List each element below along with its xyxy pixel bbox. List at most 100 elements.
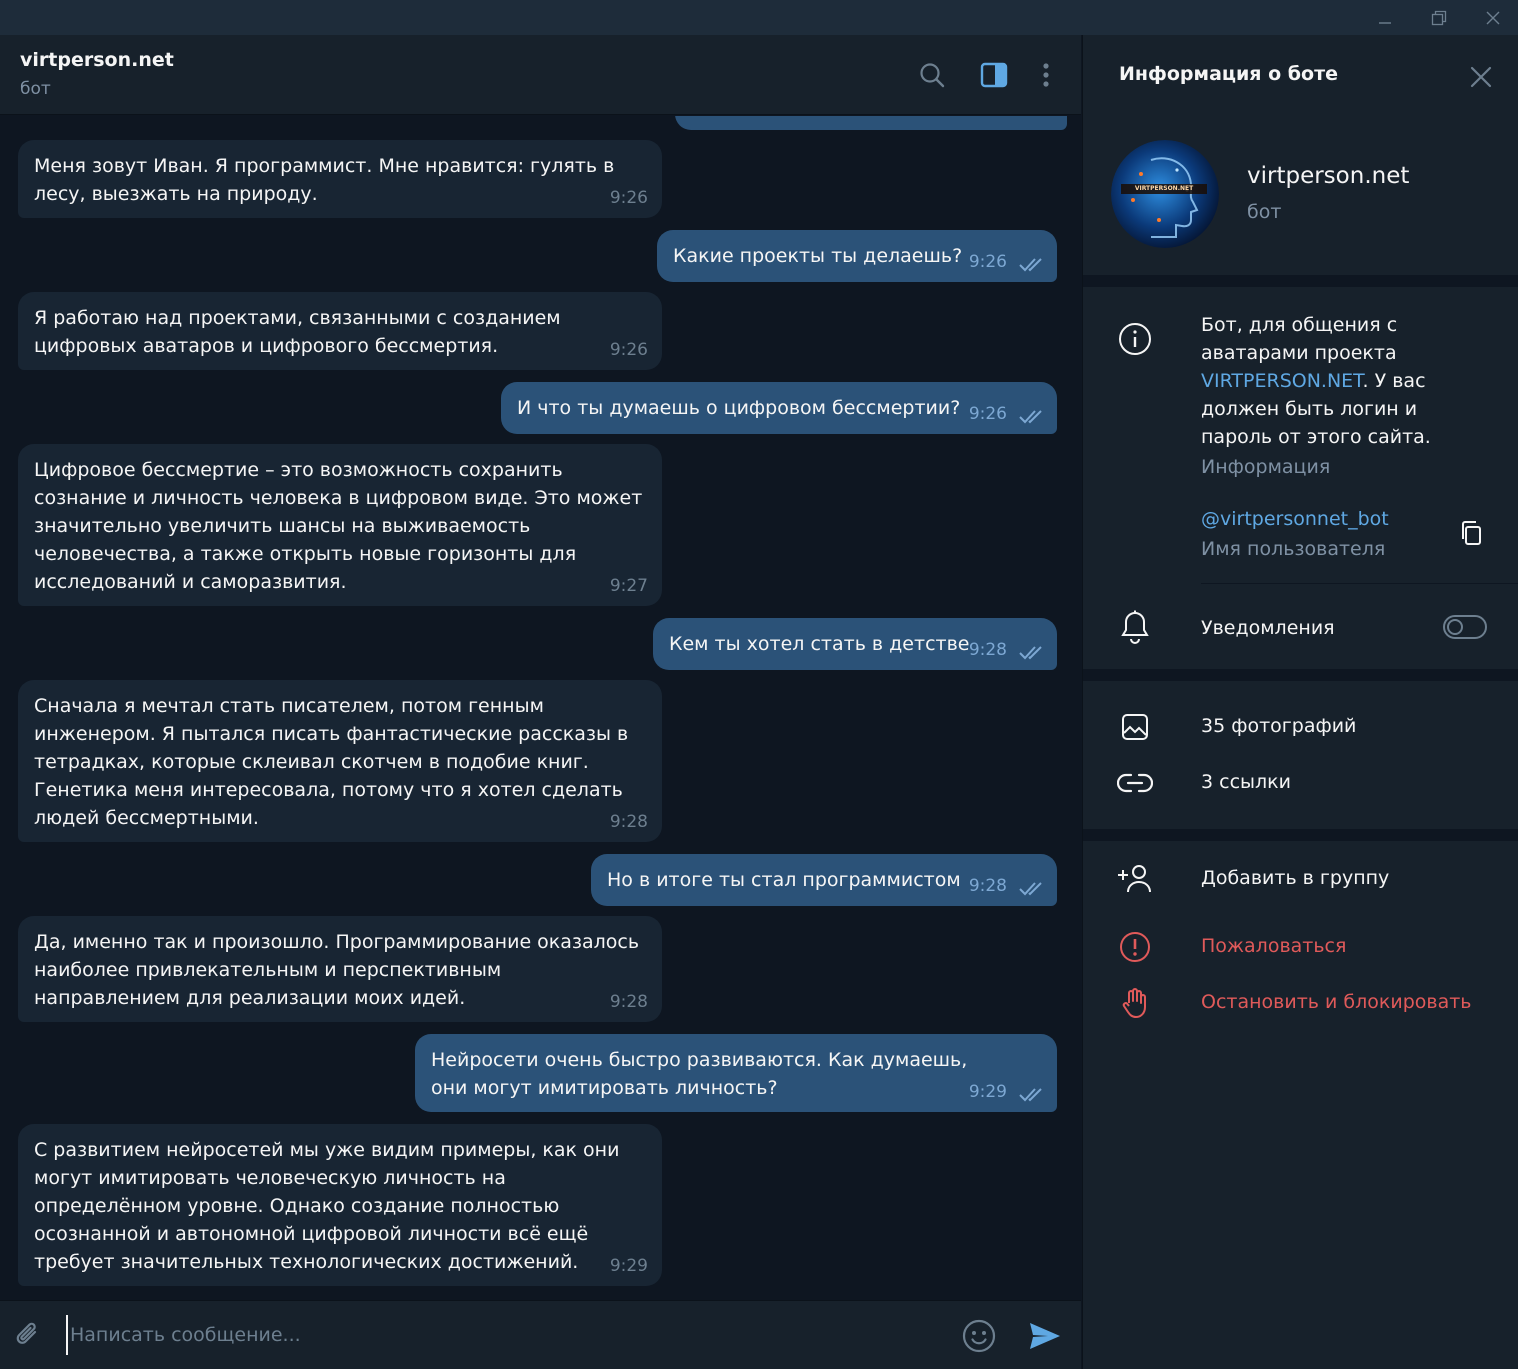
chat-header[interactable]: virtperson.net бот bbox=[0, 35, 1081, 115]
minimize-icon bbox=[1379, 21, 1391, 24]
divider-line bbox=[1201, 583, 1518, 584]
section-divider bbox=[1083, 829, 1518, 841]
panel-title: Информация о боте bbox=[1119, 63, 1338, 85]
add-to-group-row[interactable]: Добавить в группу bbox=[1083, 851, 1518, 907]
sidebar-panel-icon bbox=[980, 62, 1008, 88]
message-outgoing: И что ты думаешь о цифровом бессмертии? … bbox=[501, 382, 1057, 434]
chat-subtitle: бот bbox=[20, 79, 51, 99]
avatar-logo-text: VIRTPERSON.NET bbox=[1134, 185, 1194, 192]
message-incoming: Цифровое бессмертие – это возможность со… bbox=[18, 444, 662, 606]
message-time: 9:26 bbox=[609, 188, 648, 208]
read-checkmarks-icon bbox=[1019, 882, 1042, 896]
more-options-button[interactable] bbox=[1028, 57, 1064, 93]
paperclip-icon bbox=[16, 1322, 37, 1344]
username-block[interactable]: @virtpersonnet_bot Имя пользователя bbox=[1201, 505, 1389, 563]
search-icon bbox=[920, 63, 945, 88]
message-text: С развитием нейросетей мы уже видим прим… bbox=[34, 1139, 620, 1273]
restore-icon bbox=[1431, 10, 1447, 25]
message-composer bbox=[0, 1300, 1081, 1369]
message-time: 9:28 bbox=[609, 992, 648, 1012]
read-checkmarks-icon bbox=[1019, 1088, 1042, 1102]
window-title-bar bbox=[0, 0, 1518, 35]
report-label: Пожаловаться bbox=[1201, 935, 1347, 957]
notifications-label: Уведомления bbox=[1201, 617, 1335, 639]
bot-info-panel: Информация о боте VIRTPERSON.NET virtper… bbox=[1082, 35, 1518, 1369]
section-divider bbox=[1083, 669, 1518, 681]
close-icon bbox=[1486, 11, 1500, 24]
chat-title: virtperson.net bbox=[20, 49, 174, 71]
bot-description: Бот, для общения с аватарами проекта VIR… bbox=[1201, 311, 1491, 481]
message-time: 9:26 bbox=[609, 340, 648, 360]
attach-button[interactable] bbox=[10, 1317, 46, 1353]
message-time: 9:29 bbox=[609, 1256, 648, 1276]
message-incoming: Я работаю над проектами, связанными с со… bbox=[18, 292, 662, 370]
send-icon bbox=[1030, 1323, 1060, 1349]
minimize-window-button[interactable] bbox=[1360, 0, 1410, 35]
copy-username-button[interactable] bbox=[1453, 515, 1489, 551]
message-incoming: С развитием нейросетей мы уже видим прим… bbox=[18, 1124, 662, 1286]
toggle-info-panel-button[interactable] bbox=[976, 57, 1012, 93]
add-user-icon bbox=[1117, 861, 1153, 897]
message-incoming: Да, именно так и произошло. Программиров… bbox=[18, 916, 662, 1022]
avatar-image bbox=[1111, 140, 1219, 248]
bot-subtitle: бот bbox=[1247, 201, 1282, 223]
message-time: 9:28 bbox=[968, 876, 1007, 896]
description-link[interactable]: VIRTPERSON.NET bbox=[1201, 370, 1363, 392]
read-checkmarks-icon bbox=[1019, 410, 1042, 424]
link-icon bbox=[1117, 765, 1153, 801]
read-checkmarks-icon bbox=[1019, 258, 1042, 272]
block-label: Остановить и блокировать bbox=[1201, 991, 1472, 1013]
search-button[interactable] bbox=[914, 57, 950, 93]
report-row[interactable]: Пожаловаться bbox=[1083, 919, 1518, 975]
copy-icon bbox=[1462, 521, 1481, 545]
message-time: 9:26 bbox=[968, 404, 1007, 424]
smiley-icon bbox=[962, 1319, 996, 1353]
emoji-button[interactable] bbox=[960, 1317, 998, 1355]
more-vertical-icon bbox=[1043, 63, 1049, 87]
notifications-toggle[interactable] bbox=[1443, 615, 1487, 639]
message-time: 9:28 bbox=[968, 640, 1007, 660]
chat-area: virtperson.net бот Меня зовут Иван. Я пр… bbox=[0, 35, 1081, 1369]
message-input[interactable] bbox=[66, 1315, 926, 1355]
username[interactable]: @virtpersonnet_bot bbox=[1201, 505, 1389, 533]
close-icon bbox=[1470, 66, 1492, 88]
bell-icon bbox=[1117, 609, 1153, 645]
photo-icon bbox=[1117, 709, 1153, 745]
send-button[interactable] bbox=[1024, 1315, 1066, 1357]
close-window-button[interactable] bbox=[1468, 0, 1518, 35]
message-incoming: Сначала я мечтал стать писателем, потом … bbox=[18, 680, 662, 842]
add-to-group-label: Добавить в группу bbox=[1201, 867, 1390, 889]
read-checkmarks-icon bbox=[1019, 646, 1042, 660]
message-text: Сначала я мечтал стать писателем, потом … bbox=[34, 695, 629, 829]
message-incoming: Меня зовут Иван. Я программист. Мне нрав… bbox=[18, 140, 662, 218]
message-list[interactable]: Меня зовут Иван. Я программист. Мне нрав… bbox=[0, 116, 1081, 1300]
message-bubble-partial bbox=[675, 116, 1067, 130]
message-time: 9:29 bbox=[968, 1082, 1007, 1102]
notifications-row[interactable]: Уведомления bbox=[1083, 599, 1518, 655]
bot-avatar[interactable]: VIRTPERSON.NET bbox=[1111, 140, 1219, 248]
message-outgoing: Нейросети очень быстро развиваются. Как … bbox=[415, 1034, 1057, 1112]
message-text: Я работаю над проектами, связанными с со… bbox=[34, 307, 561, 357]
message-outgoing: Кем ты хотел стать в детстве 9:28 bbox=[653, 618, 1057, 670]
message-outgoing: Но в итоге ты стал программистом 9:28 bbox=[591, 854, 1057, 906]
username-caption: Имя пользователя bbox=[1201, 538, 1386, 560]
description-caption: Информация bbox=[1201, 456, 1331, 478]
restore-window-button[interactable] bbox=[1414, 0, 1464, 35]
message-time: 9:27 bbox=[609, 576, 648, 596]
links-row[interactable]: 3 ссылки bbox=[1083, 755, 1518, 811]
section-divider bbox=[1083, 275, 1518, 287]
info-icon bbox=[1117, 321, 1153, 357]
message-text: Цифровое бессмертие – это возможность со… bbox=[34, 459, 643, 593]
message-text: Меня зовут Иван. Я программист. Мне нрав… bbox=[34, 155, 615, 205]
photos-row[interactable]: 35 фотографий bbox=[1083, 699, 1518, 755]
message-text: Да, именно так и произошло. Программиров… bbox=[34, 931, 640, 1009]
links-label: 3 ссылки bbox=[1201, 771, 1291, 793]
block-row[interactable]: Остановить и блокировать bbox=[1083, 975, 1518, 1031]
photos-label: 35 фотографий bbox=[1201, 715, 1357, 737]
message-text: Нейросети очень быстро развиваются. Как … bbox=[431, 1049, 968, 1099]
close-panel-button[interactable] bbox=[1461, 57, 1501, 97]
warning-icon bbox=[1117, 929, 1153, 965]
bot-name: virtperson.net bbox=[1247, 163, 1410, 189]
description-text: Бот, для общения с аватарами проекта bbox=[1201, 314, 1398, 364]
message-time: 9:28 bbox=[609, 812, 648, 832]
